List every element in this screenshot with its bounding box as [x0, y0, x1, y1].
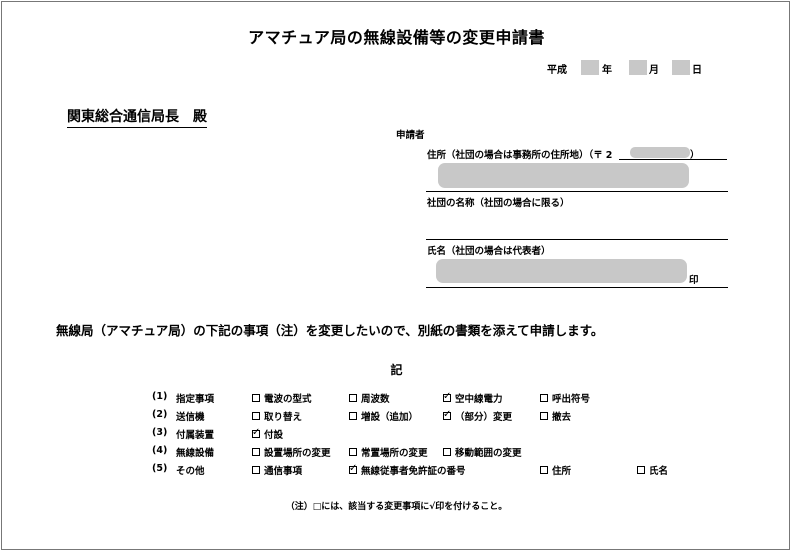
seal-mark: 印	[689, 275, 699, 286]
item-number: (2)	[152, 409, 168, 420]
redacted-name	[436, 259, 687, 283]
item-label: その他	[176, 466, 205, 477]
option-checkbox[interactable]	[252, 394, 260, 402]
option-label: 空中線電力	[455, 394, 503, 405]
option-checkbox[interactable]	[349, 463, 357, 474]
postal-underline	[619, 159, 727, 160]
address-underline	[426, 191, 728, 192]
option-checkbox[interactable]	[252, 412, 260, 420]
club-name-underline	[426, 239, 728, 240]
option-label: 移動範囲の変更	[455, 448, 522, 459]
ki-heading: 記	[390, 363, 403, 377]
redacted-address	[438, 163, 689, 188]
option-label: 設置場所の変更	[264, 448, 331, 459]
redacted-postal-code	[630, 147, 690, 158]
option-label: 通信事項	[264, 466, 303, 477]
addressee: 関東総合通信局長 殿	[67, 106, 207, 128]
option-checkbox[interactable]	[637, 466, 645, 474]
option-checkbox[interactable]	[540, 466, 548, 474]
option-label: 住所	[552, 466, 572, 477]
date-day-unit: 日	[692, 65, 702, 76]
redacted-month	[629, 60, 647, 75]
redacted-year	[581, 60, 599, 75]
name-label: 氏名（社団の場合は代表者）	[427, 246, 551, 257]
option-checkbox[interactable]	[349, 394, 357, 402]
club-name-label: 社団の名称（社団の場合に限る）	[427, 198, 570, 209]
option-label: 氏名	[649, 466, 669, 477]
option-checkbox[interactable]	[252, 427, 260, 438]
option-label: 無線従事者免許証の番号	[361, 466, 466, 477]
option-checkbox[interactable]	[540, 394, 548, 402]
item-number: (4)	[152, 445, 168, 456]
item-label: 指定事項	[176, 394, 215, 405]
option-label: 付設	[264, 430, 284, 441]
application-form: アマチュア局の無線設備等の変更申請書 平成 年 月 日 関東総合通信局長 殿 申…	[1, 1, 790, 550]
date-year-unit: 年	[602, 65, 612, 76]
option-label: 電波の型式	[264, 394, 312, 405]
date-era: 平成	[547, 65, 567, 76]
address-label: 住所（社団の場合は事務所の住所地）（〒 2	[427, 150, 613, 161]
option-label: 増設（追加）	[361, 412, 419, 423]
option-label: 取り替え	[264, 412, 303, 423]
footnote: （注）□には、該当する変更事項に√印を付けること。	[285, 502, 508, 512]
option-label: 周波数	[361, 394, 390, 405]
option-checkbox[interactable]	[540, 412, 548, 420]
option-label: （部分）変更	[455, 412, 513, 423]
option-label: 常置場所の変更	[361, 448, 428, 459]
postal-code-visible: 2	[605, 150, 613, 161]
option-checkbox[interactable]	[349, 412, 357, 420]
item-number: (5)	[152, 463, 168, 474]
option-checkbox[interactable]	[443, 409, 451, 420]
item-label: 付属装置	[176, 430, 215, 441]
option-checkbox[interactable]	[252, 466, 260, 474]
option-checkbox[interactable]	[252, 448, 260, 456]
item-label: 無線設備	[176, 448, 215, 459]
option-checkbox[interactable]	[443, 448, 451, 456]
option-label: 呼出符号	[552, 394, 591, 405]
name-underline	[426, 287, 728, 288]
option-checkbox[interactable]	[443, 391, 451, 402]
option-checkbox[interactable]	[349, 448, 357, 456]
declaration-text: 無線局（アマチュア局）の下記の事項（注）を変更したいので、別紙の書類を添えて申請…	[56, 323, 604, 338]
redacted-day	[672, 60, 690, 75]
item-number: (3)	[152, 427, 168, 438]
item-label: 送信機	[176, 412, 205, 423]
option-label: 撤去	[552, 412, 572, 423]
applicant-heading: 申請者	[396, 130, 425, 141]
date-month-unit: 月	[649, 65, 659, 76]
form-title: アマチュア局の無線設備等の変更申請書	[248, 28, 545, 47]
item-number: (1)	[152, 391, 168, 402]
